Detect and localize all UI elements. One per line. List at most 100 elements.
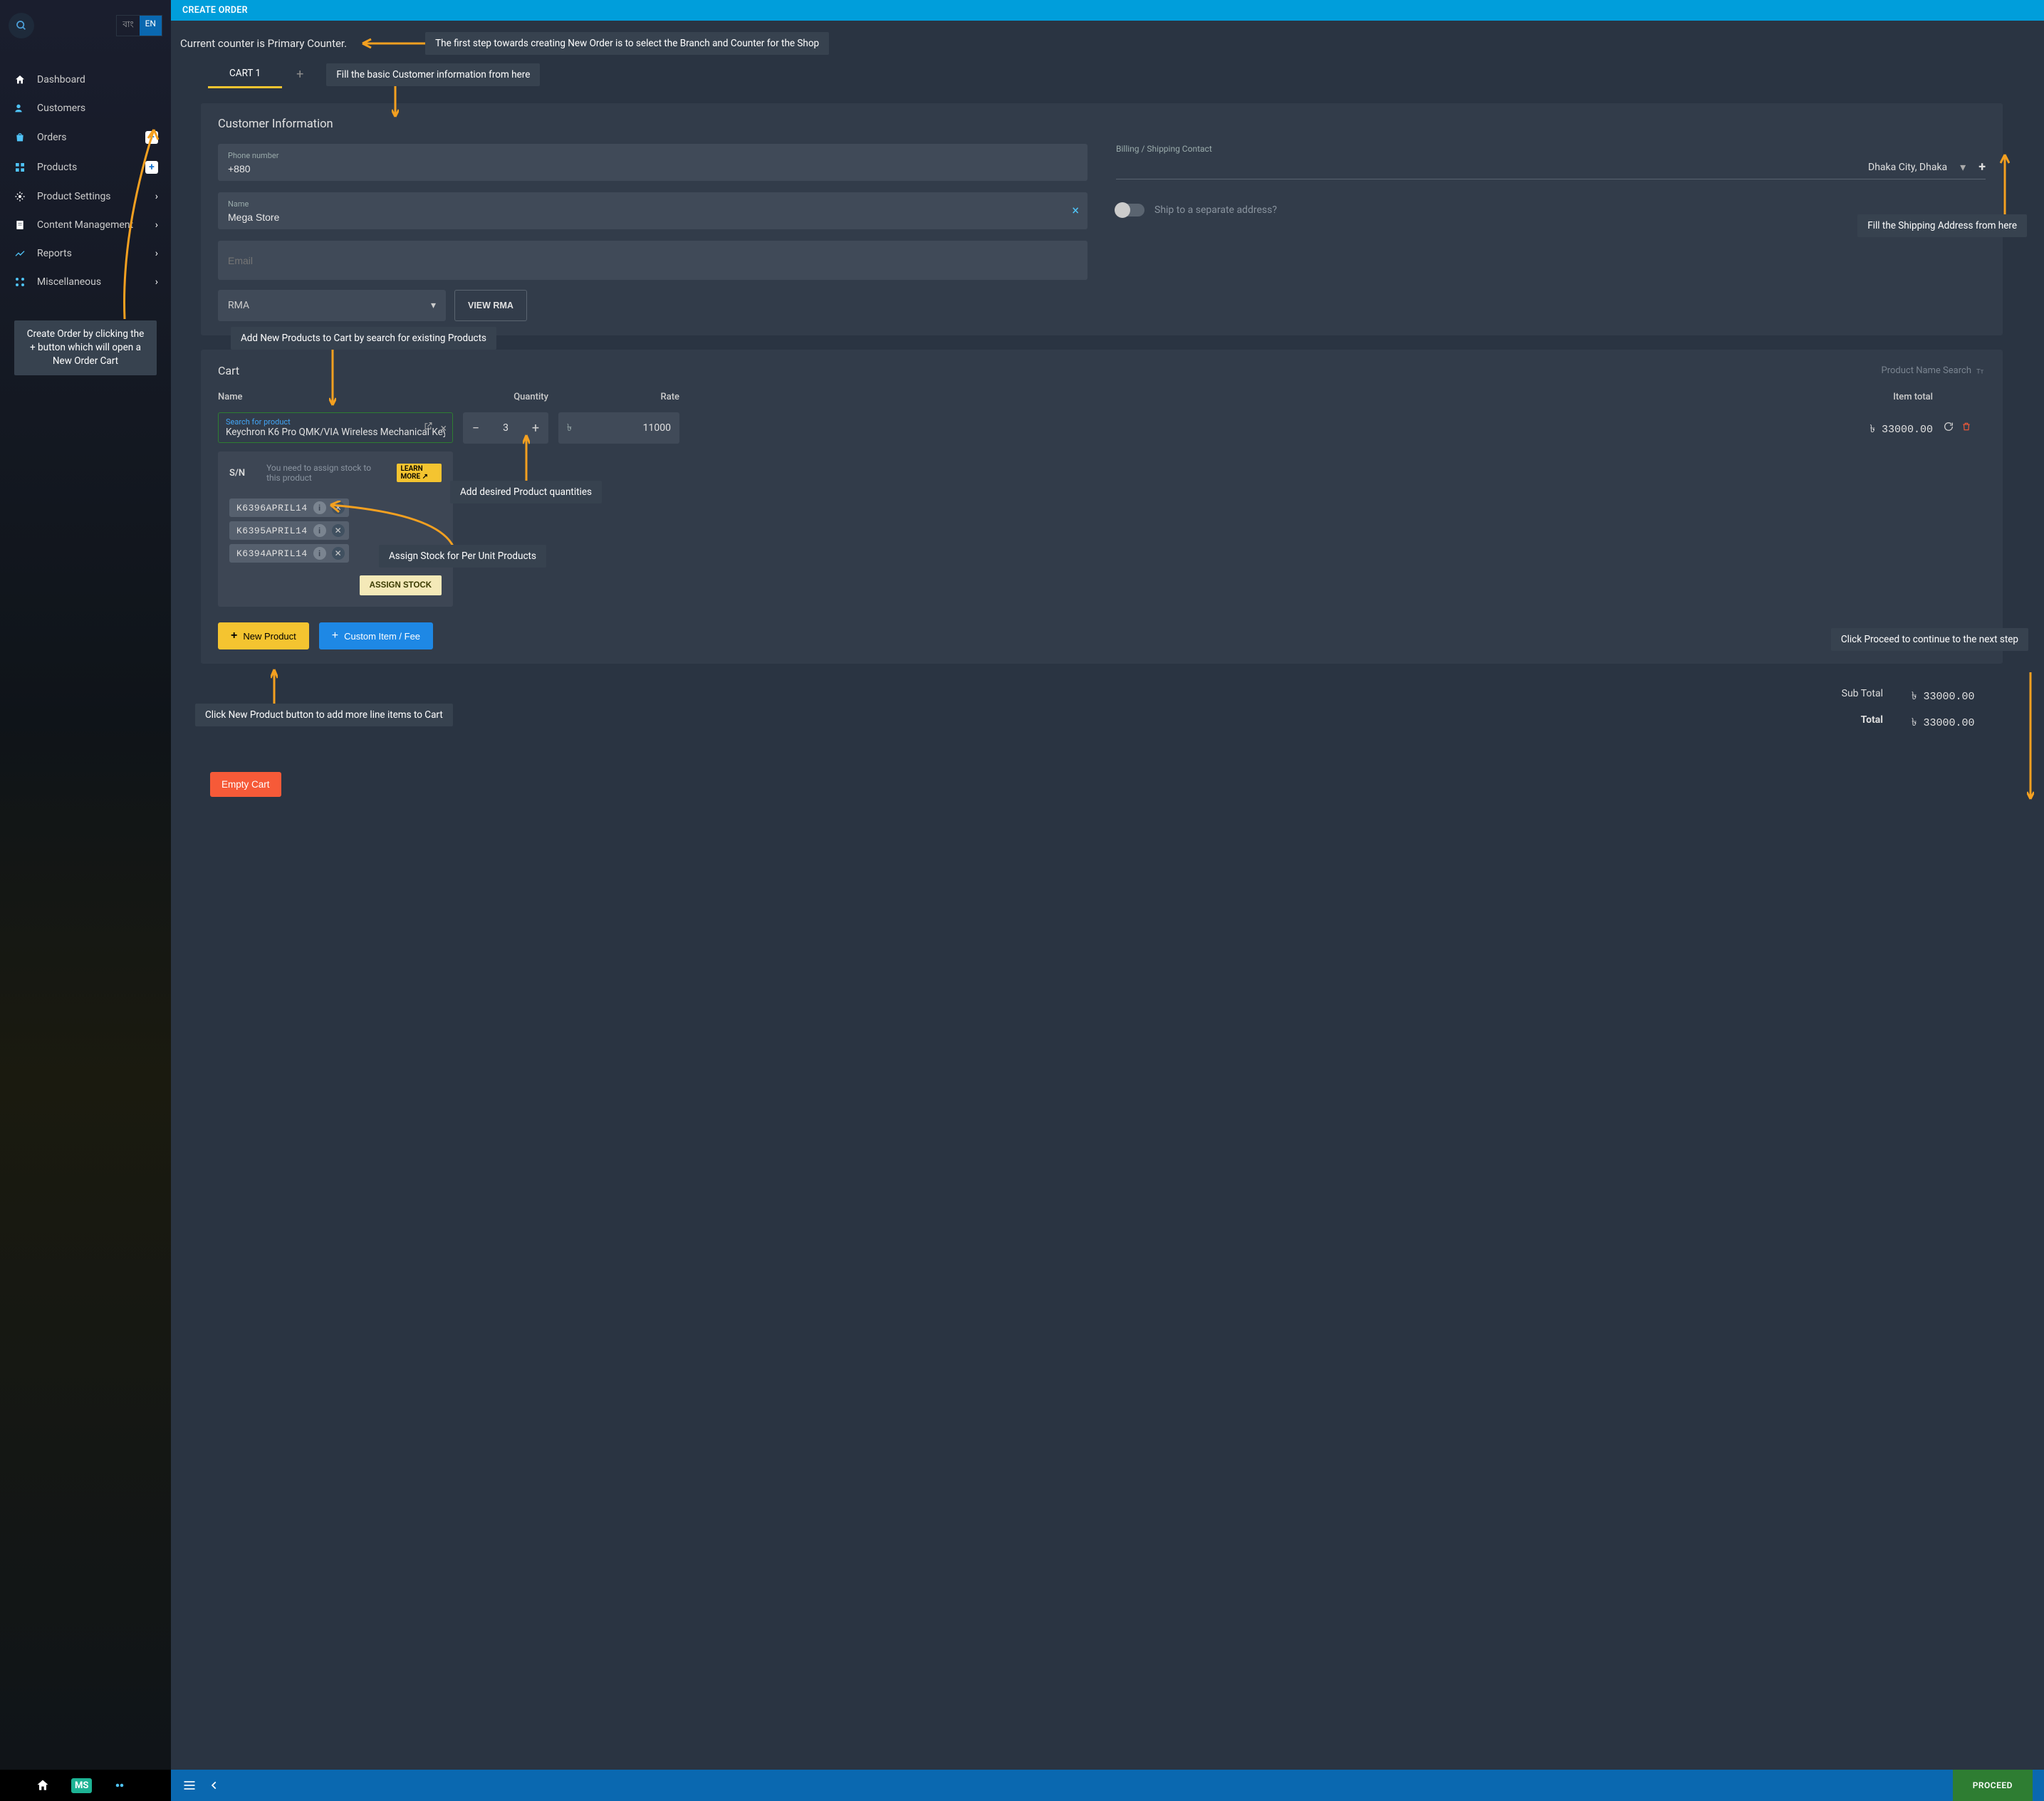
grid-icon bbox=[13, 162, 27, 173]
phone-field[interactable]: Phone number bbox=[218, 144, 1088, 181]
product-search-input[interactable]: Search for product Keychron K6 Pro QMK/V… bbox=[218, 412, 453, 443]
nav-customers[interactable]: Customers bbox=[0, 94, 171, 122]
annotation-create-order: Create Order by clicking the + button wh… bbox=[14, 320, 157, 375]
close-icon[interactable]: × bbox=[440, 421, 447, 434]
button-label: Custom Item / Fee bbox=[344, 631, 420, 642]
rate-value: 11000 bbox=[578, 422, 671, 434]
chevron-down-icon[interactable]: ▾ bbox=[1960, 160, 1966, 174]
search-button[interactable] bbox=[9, 13, 34, 38]
ms-badge[interactable]: MS bbox=[71, 1778, 92, 1793]
panel-title: Customer Information bbox=[218, 118, 1986, 131]
nav-misc[interactable]: Miscellaneous › bbox=[0, 268, 171, 296]
nav-dashboard[interactable]: Dashboard bbox=[0, 66, 171, 94]
total-label: Total bbox=[1826, 714, 1883, 732]
custom-item-button[interactable]: + Custom Item / Fee bbox=[319, 622, 433, 649]
billing-label: Billing / Shipping Contact bbox=[1116, 144, 1986, 154]
add-address-button[interactable]: + bbox=[1978, 160, 1986, 174]
product-name: Keychron K6 Pro QMK/VIA Wireless Mechani… bbox=[226, 427, 445, 438]
remove-sn-icon[interactable]: ✕ bbox=[332, 524, 345, 537]
annotation-proceed: Click Proceed to continue to the next st… bbox=[1831, 628, 2028, 651]
assign-stock-button[interactable]: ASSIGN STOCK bbox=[360, 575, 442, 595]
menu-icon[interactable] bbox=[182, 1778, 197, 1792]
email-field[interactable] bbox=[218, 241, 1088, 280]
annotation-add-qty: Add desired Product quantities bbox=[450, 481, 602, 503]
info-icon[interactable]: i bbox=[313, 524, 326, 537]
sn-hint: You need to assign stock to this product bbox=[266, 463, 375, 483]
sn-label: S/N bbox=[229, 468, 245, 479]
view-rma-button[interactable]: VIEW RMA bbox=[454, 290, 527, 321]
empty-cart-button[interactable]: Empty Cart bbox=[210, 772, 281, 797]
nav-reports[interactable]: Reports › bbox=[0, 239, 171, 268]
rma-select[interactable]: RMA ▾ bbox=[218, 290, 446, 321]
annotation-shipping: Fill the Shipping Address from here bbox=[1857, 214, 2027, 237]
sidebar: বাং EN Dashboard Customers Orders + Prod… bbox=[0, 0, 171, 1801]
nav-content[interactable]: Content Management › bbox=[0, 211, 171, 239]
phone-input[interactable] bbox=[228, 163, 1078, 174]
info-icon[interactable]: i bbox=[313, 501, 326, 514]
email-input[interactable] bbox=[228, 255, 1078, 266]
quantity-stepper[interactable]: − 3 + bbox=[463, 412, 548, 444]
name-field[interactable]: Name × bbox=[218, 192, 1088, 229]
clear-icon[interactable]: × bbox=[1072, 204, 1079, 219]
gear-icon bbox=[13, 191, 27, 202]
bottom-bar: MS bbox=[0, 1770, 171, 1801]
proceed-button[interactable]: PROCEED bbox=[1953, 1770, 2033, 1801]
add-order-button[interactable]: + bbox=[145, 131, 158, 144]
annotation-assign-stock: Assign Stock for Per Unit Products bbox=[379, 545, 546, 568]
svg-text:Tт: Tт bbox=[1976, 367, 1984, 375]
subtotal-value: ৳ 33000.00 bbox=[1912, 688, 2004, 706]
delete-icon[interactable] bbox=[1961, 422, 1971, 432]
field-label: Name bbox=[228, 199, 1078, 209]
nav-label: Customers bbox=[37, 103, 85, 114]
back-icon[interactable] bbox=[209, 1780, 219, 1790]
annotation-step1: The first step towards creating New Orde… bbox=[425, 32, 829, 55]
input-label: Search for product bbox=[226, 417, 445, 427]
subtotal-label: Sub Total bbox=[1826, 688, 1883, 706]
name-input[interactable] bbox=[228, 212, 1078, 223]
sn-value: K6396APRIL14 bbox=[236, 503, 308, 513]
home-icon[interactable] bbox=[36, 1778, 50, 1792]
qty-value: 3 bbox=[489, 422, 523, 434]
info-icon[interactable]: i bbox=[313, 547, 326, 560]
qty-decrement[interactable]: − bbox=[463, 412, 489, 444]
nav-orders[interactable]: Orders + bbox=[0, 122, 171, 152]
document-icon bbox=[13, 219, 27, 231]
product-search-toggle[interactable]: Product Name Search Tт bbox=[1882, 365, 1986, 376]
ship-toggle[interactable] bbox=[1116, 204, 1144, 216]
learn-more-button[interactable]: LEARN MORE ↗ bbox=[397, 464, 442, 482]
button-label: New Product bbox=[243, 631, 296, 642]
qty-increment[interactable]: + bbox=[523, 412, 548, 444]
home-icon bbox=[13, 74, 27, 85]
new-product-button[interactable]: + New Product bbox=[218, 622, 309, 649]
nav-products[interactable]: Products + bbox=[0, 152, 171, 182]
totals: Sub Total ৳ 33000.00 Total ৳ 33000.00 bbox=[199, 684, 2004, 736]
bag-icon bbox=[13, 132, 27, 143]
settings-icon[interactable] bbox=[113, 1779, 126, 1792]
language-switch[interactable]: বাং EN bbox=[116, 15, 162, 36]
item-total: ৳ 33000.00 bbox=[689, 412, 1933, 439]
annotation-add-products: Add New Products to Cart by search for e… bbox=[231, 327, 496, 350]
lang-bn[interactable]: বাং bbox=[117, 16, 139, 36]
refresh-icon[interactable] bbox=[1943, 421, 1954, 432]
add-product-button[interactable]: + bbox=[145, 161, 158, 174]
nav-label: Products bbox=[37, 162, 77, 173]
counter-text: Current counter is Primary Counter. bbox=[180, 37, 347, 50]
users-icon bbox=[13, 103, 27, 114]
lang-en[interactable]: EN bbox=[140, 16, 162, 36]
cart-panel: Cart Product Name Search Tт Name Quantit… bbox=[201, 350, 2003, 664]
nav-product-settings[interactable]: Product Settings › bbox=[0, 182, 171, 211]
annotation-arrow bbox=[354, 36, 425, 51]
remove-sn-icon[interactable]: ✕ bbox=[332, 547, 345, 560]
external-link-icon[interactable] bbox=[424, 421, 433, 434]
chart-icon bbox=[13, 248, 27, 259]
tab-cart1[interactable]: CART 1 bbox=[208, 61, 282, 88]
chevron-right-icon: › bbox=[155, 276, 158, 288]
page-header: CREATE ORDER bbox=[171, 0, 2044, 21]
sn-chip: K6395APRIL14 i ✕ bbox=[229, 521, 349, 540]
rate-input[interactable]: ৳ 11000 bbox=[558, 412, 679, 444]
chevron-right-icon: › bbox=[155, 219, 158, 231]
remove-sn-icon[interactable]: ✕ bbox=[332, 501, 345, 514]
tab-add-button[interactable]: + bbox=[282, 61, 318, 88]
col-name: Name bbox=[218, 392, 453, 402]
chevron-down-icon: ▾ bbox=[431, 300, 436, 311]
